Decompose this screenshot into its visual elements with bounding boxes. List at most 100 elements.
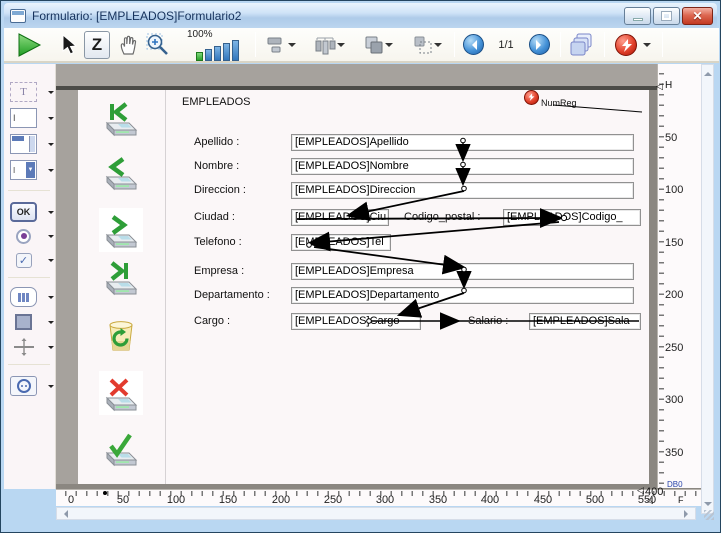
next-record-button[interactable] <box>102 212 140 250</box>
resize-grip[interactable] <box>704 510 714 520</box>
detail-band-marker[interactable]: DB0 <box>667 480 683 489</box>
button-tool[interactable]: OK <box>10 200 54 224</box>
combo-box-tool[interactable]: I ▼ <box>10 158 54 182</box>
previous-page-button[interactable] <box>462 28 484 61</box>
band-marker-icon[interactable]: ◁ <box>637 485 644 496</box>
control-toolbox: T I I ▼ OK <box>4 64 56 489</box>
minimize-button[interactable] <box>624 7 651 25</box>
field-label-apellido[interactable]: Apellido : <box>194 136 239 148</box>
field-departamento[interactable]: [EMPLEADOS]Departamento <box>291 287 634 304</box>
dropdown-arrow-icon <box>48 211 54 217</box>
button-icon: OK <box>10 202 37 222</box>
field-label-empresa[interactable]: Empresa : <box>194 265 244 277</box>
radio-button-tool[interactable] <box>10 224 54 248</box>
layers-button[interactable] <box>567 28 599 61</box>
next-page-icon <box>529 34 550 55</box>
first-record-icon <box>102 100 140 138</box>
numreg-red-ball-icon[interactable] <box>524 90 539 105</box>
tab-order-tool-button[interactable]: Z <box>84 28 110 61</box>
order-button[interactable] <box>358 28 398 61</box>
image-button-icon <box>10 376 37 396</box>
footer-band-marker[interactable]: F <box>678 495 684 505</box>
check-box-icon: ✓ <box>10 250 37 270</box>
minimize-icon <box>633 18 643 21</box>
pan-tool-button[interactable] <box>116 28 142 61</box>
field-label-departamento[interactable]: Departamento : <box>194 289 270 301</box>
zoom-level-control[interactable]: 100% <box>187 28 247 61</box>
group-box-tool[interactable] <box>10 310 54 334</box>
field-ciudad[interactable]: [EMPLEADOS]Ciu <box>291 209 389 226</box>
field-label-codigo-postal[interactable]: Codigo_postal : <box>404 211 480 223</box>
database-button[interactable] <box>612 28 654 61</box>
toolbox-separator <box>8 364 50 365</box>
field-label-direccion[interactable]: Direccion : <box>194 184 246 196</box>
list-box-tool[interactable] <box>10 132 54 156</box>
image-button-tool[interactable] <box>10 374 54 398</box>
field-salario[interactable]: [EMPLEADOS]Sala <box>529 313 641 330</box>
splitter-icon <box>10 337 37 357</box>
trash-recycle-icon <box>102 317 140 355</box>
hruler-tick-label: 250 <box>324 494 342 506</box>
delete-record-button[interactable] <box>102 375 140 413</box>
distribute-button[interactable] <box>308 28 350 61</box>
group-box-icon <box>10 312 37 332</box>
form-data-source-title[interactable]: EMPLEADOS <box>182 96 250 108</box>
field-codigo-postal[interactable]: [EMPLEADOS]Codigo_ <box>503 209 641 226</box>
field-label-salario[interactable]: Salario : <box>468 315 508 327</box>
size-button[interactable] <box>407 28 447 61</box>
delete-record-icon <box>102 375 140 413</box>
scroll-up-icon[interactable] <box>704 68 712 76</box>
horizontal-ruler: 0 50 100 150 200 250 300 350 400 450 500… <box>56 489 701 506</box>
field-direccion[interactable]: [EMPLEADOS]Direccion <box>291 182 634 199</box>
close-button[interactable]: ✕ <box>682 7 713 25</box>
header-band-marker[interactable]: H <box>665 80 672 91</box>
hruler-tick-label: 300 <box>376 494 394 506</box>
field-label-cargo[interactable]: Cargo : <box>194 315 230 327</box>
restore-button[interactable] <box>653 7 680 25</box>
dropdown-arrow-icon <box>48 259 54 265</box>
reset-trash-button[interactable] <box>102 317 140 355</box>
next-page-button[interactable] <box>528 28 550 61</box>
first-record-button[interactable] <box>102 100 140 138</box>
toolbar-control-icon <box>10 287 37 307</box>
zoom-tool-button[interactable] <box>144 28 172 61</box>
vertical-scrollbar[interactable] <box>701 64 714 514</box>
hruler-tick-label: 400 <box>481 494 499 506</box>
validate-record-button[interactable] <box>102 430 140 468</box>
toolbar-separator <box>604 32 605 57</box>
field-empresa[interactable]: [EMPLEADOS]Empresa <box>291 263 634 280</box>
check-box-tool[interactable]: ✓ <box>10 248 54 272</box>
hruler-tick-label: 200 <box>272 494 290 506</box>
field-label-nombre[interactable]: Nombre : <box>194 160 239 172</box>
numreg-label[interactable]: NumReg <box>541 98 577 108</box>
scroll-left-icon[interactable] <box>60 510 68 518</box>
vruler-tick-label: 350 <box>665 447 683 459</box>
band-marker-icon[interactable]: ◁ <box>646 495 653 506</box>
toolbar-control-tool[interactable] <box>10 285 54 309</box>
next-record-icon <box>102 212 140 250</box>
align-button[interactable] <box>262 28 300 61</box>
hruler-tick-label: 450 <box>534 494 552 506</box>
field-cargo[interactable]: [EMPLEADOS]Cargo <box>291 313 421 330</box>
field-label-ciudad[interactable]: Ciudad : <box>194 211 235 223</box>
icon-column-separator <box>165 90 166 484</box>
edit-control-tool[interactable]: I <box>10 106 54 130</box>
select-tool-button[interactable] <box>58 28 78 61</box>
field-telefono[interactable]: [EMPLEADOS]Tel <box>291 234 391 251</box>
static-text-tool[interactable]: T <box>10 80 54 104</box>
previous-record-button[interactable] <box>102 154 140 192</box>
toolbox-separator <box>8 277 50 278</box>
run-test-button[interactable] <box>14 28 44 61</box>
page-indicator: 1/1 <box>498 39 513 51</box>
splitter-tool[interactable] <box>10 335 54 359</box>
hyperfile-red-ball-icon <box>615 34 637 56</box>
scroll-right-icon[interactable] <box>684 510 692 518</box>
scroll-down-icon[interactable] <box>704 502 712 510</box>
field-label-telefono[interactable]: Telefono : <box>194 236 242 248</box>
titlebar[interactable]: Formulario: [EMPLEADOS]Formulario2 ✕ <box>4 3 717 28</box>
field-apellido[interactable]: [EMPLEADOS]Apellido <box>291 134 634 151</box>
field-nombre[interactable]: [EMPLEADOS]Nombre <box>291 158 634 175</box>
header-band-marker-icon[interactable]: ◁ <box>656 81 663 92</box>
horizontal-scrollbar[interactable] <box>56 507 696 520</box>
last-record-button[interactable] <box>102 259 140 297</box>
